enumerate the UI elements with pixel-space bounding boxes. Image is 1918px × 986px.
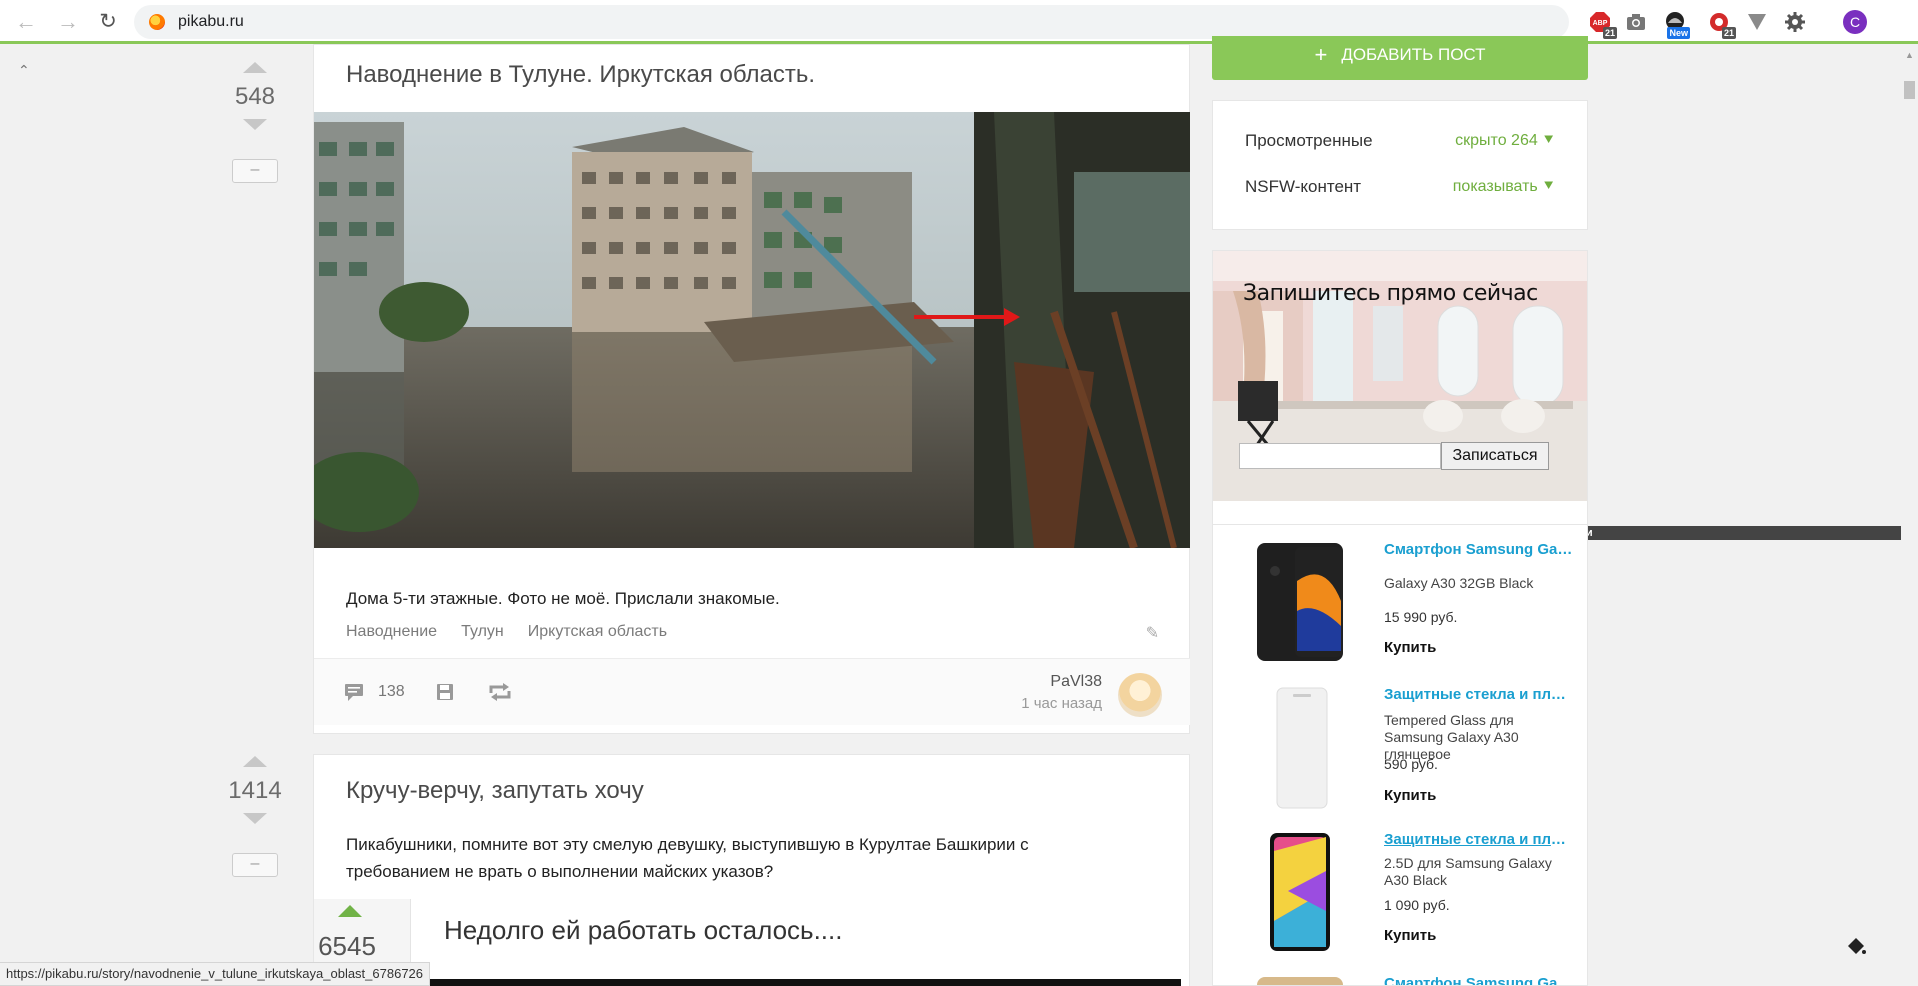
status-bar-url: https://pikabu.ru/story/navodnenie_v_tul… bbox=[0, 962, 431, 986]
extension-new-badge: New bbox=[1667, 27, 1690, 39]
buy-link[interactable]: Купить bbox=[1384, 639, 1436, 656]
adblock-icon[interactable]: ABP 21 bbox=[1589, 11, 1617, 39]
setting-label: NSFW-контент bbox=[1245, 177, 1362, 196]
product-title[interactable]: Защитные стекла и пленки bbox=[1384, 831, 1574, 848]
save-icon[interactable] bbox=[436, 683, 454, 706]
address-bar[interactable]: pikabu.ru bbox=[134, 5, 1569, 39]
edit-tags-icon[interactable]: ✎ bbox=[1146, 623, 1159, 643]
forward-icon[interactable]: → bbox=[56, 10, 80, 34]
phone-image bbox=[1255, 975, 1345, 985]
paint-bucket-icon[interactable] bbox=[1846, 936, 1866, 961]
buy-link[interactable]: Купить bbox=[1384, 927, 1436, 944]
ad-banner[interactable]: Запишитесь прямо сейчас Записаться bbox=[1212, 250, 1588, 525]
page-scrollbar[interactable]: ▲ bbox=[1901, 44, 1918, 986]
setting-viewed-dropdown[interactable]: скрыто 264 ⯆ bbox=[1455, 132, 1555, 150]
author-avatar[interactable] bbox=[1118, 673, 1162, 717]
rating-score: 1414 bbox=[228, 777, 282, 804]
embedded-title[interactable]: Недолго ей работать осталось.... bbox=[444, 915, 842, 946]
profile-avatar[interactable]: C bbox=[1843, 10, 1867, 34]
downvote-icon[interactable] bbox=[243, 813, 267, 824]
plus-icon: + bbox=[1314, 42, 1328, 67]
hide-post-button[interactable]: – bbox=[232, 853, 278, 877]
vote-panel: 1414 – bbox=[220, 756, 290, 877]
reload-icon[interactable]: ↻ bbox=[96, 10, 120, 34]
product-title[interactable]: Смартфон Samsung Galaxy bbox=[1384, 975, 1574, 985]
product-desc: Galaxy A30 32GB Black bbox=[1384, 575, 1534, 591]
embedded-post[interactable]: 6545 Недолго ей работать осталось.... bbox=[314, 899, 1190, 986]
adblock-badge: 21 bbox=[1602, 27, 1617, 39]
story-tags: Наводнение Тулун Иркутская область bbox=[346, 623, 667, 641]
setting-nsfw-dropdown[interactable]: показывать ⯆ bbox=[1453, 178, 1555, 196]
gear-extension-icon[interactable] bbox=[1784, 11, 1806, 33]
story-text: Пикабушники, помните вот эту смелую деву… bbox=[346, 835, 1029, 881]
story-text: Дома 5-ти этажные. Фото не моё. Прислали… bbox=[346, 589, 780, 608]
add-post-label: ДОБАВИТЬ ПОСТ bbox=[1341, 45, 1486, 64]
phone-image bbox=[1255, 541, 1345, 668]
ad-signup-button[interactable]: Записаться bbox=[1441, 442, 1549, 470]
camera-icon[interactable] bbox=[1625, 11, 1647, 33]
product-desc: 2.5D для Samsung Galaxy A30 Black bbox=[1384, 855, 1552, 888]
story-footer: 138 PaVl38 1 час назад bbox=[314, 658, 1190, 725]
hide-post-button[interactable]: – bbox=[232, 159, 278, 183]
story-title[interactable]: Наводнение в Тулуне. Иркутская область. bbox=[346, 61, 815, 89]
ad-phone-input[interactable] bbox=[1239, 443, 1441, 469]
author-name[interactable]: PaVl38 bbox=[1050, 673, 1102, 691]
browser-toolbar: ← → ↻ pikabu.ru ABP 21 New 21 C bbox=[0, 0, 1918, 44]
extension-red-icon[interactable]: 21 bbox=[1708, 11, 1736, 39]
story-photo[interactable] bbox=[314, 112, 1190, 548]
back-icon[interactable]: ← bbox=[14, 10, 38, 34]
embedded-content: Недолго ей работать осталось.... bbox=[410, 899, 1181, 986]
buy-link[interactable]: Купить bbox=[1384, 787, 1436, 804]
upvote-icon[interactable] bbox=[243, 62, 267, 73]
vpn-icon[interactable] bbox=[1746, 11, 1768, 33]
comments-count[interactable]: 138 bbox=[378, 683, 405, 701]
story-title[interactable]: Кручу-верчу, запутать хочу bbox=[346, 777, 644, 805]
tag-link[interactable]: Иркутская область bbox=[528, 623, 667, 641]
extension-new-icon[interactable]: New bbox=[1664, 11, 1690, 39]
rating-score: 548 bbox=[234, 83, 276, 110]
glass-image bbox=[1275, 686, 1329, 815]
add-post-button[interactable]: + ДОБАВИТЬ ПОСТ bbox=[1212, 36, 1588, 80]
share-icon[interactable] bbox=[488, 683, 512, 706]
tag-link[interactable]: Тулун bbox=[461, 623, 504, 641]
scroll-top-icon[interactable]: ⌃ bbox=[18, 62, 30, 79]
comments-icon[interactable] bbox=[344, 683, 364, 706]
story-card: Кручу-верчу, запутать хочу Пикабушники, … bbox=[313, 754, 1190, 986]
product-title[interactable]: Смартфон Samsung Galaxy A30 bbox=[1384, 541, 1574, 558]
upvote-icon[interactable] bbox=[243, 756, 267, 767]
setting-label: Просмотренные bbox=[1245, 131, 1373, 150]
product-ads: Смартфон Samsung Galaxy A30 Galaxy A30 3… bbox=[1212, 525, 1588, 986]
ad-headline: Запишитесь прямо сейчас bbox=[1243, 281, 1538, 306]
upvote-icon[interactable] bbox=[338, 905, 362, 917]
glass-phone-image bbox=[1268, 831, 1332, 958]
product-title[interactable]: Защитные стекла и пленки bbox=[1384, 686, 1574, 703]
downvote-icon[interactable] bbox=[243, 119, 267, 130]
post-time: 1 час назад bbox=[1021, 695, 1102, 712]
address-bar-url[interactable]: pikabu.ru bbox=[178, 13, 244, 31]
story-card: Наводнение в Тулуне. Иркутская область. bbox=[313, 44, 1190, 734]
product-price: 1 090 руб. bbox=[1384, 897, 1450, 913]
feed-settings: Просмотренные скрыто 264 ⯆ NSFW-контент … bbox=[1212, 100, 1588, 230]
product-price: 15 990 руб. bbox=[1384, 609, 1458, 625]
pikabu-favicon-icon bbox=[149, 14, 165, 30]
product-price: 590 руб. bbox=[1384, 756, 1438, 772]
extension-red-badge: 21 bbox=[1721, 27, 1736, 39]
embedded-rating: 6545 bbox=[318, 931, 376, 961]
scroll-up-arrow-icon[interactable]: ▲ bbox=[1905, 50, 1914, 60]
embedded-image bbox=[411, 979, 1181, 986]
scrollbar-thumb[interactable] bbox=[1904, 81, 1915, 99]
tag-link[interactable]: Наводнение bbox=[346, 623, 437, 641]
vote-panel: 548 – bbox=[220, 62, 290, 183]
svg-text:ABP: ABP bbox=[1593, 20, 1608, 27]
